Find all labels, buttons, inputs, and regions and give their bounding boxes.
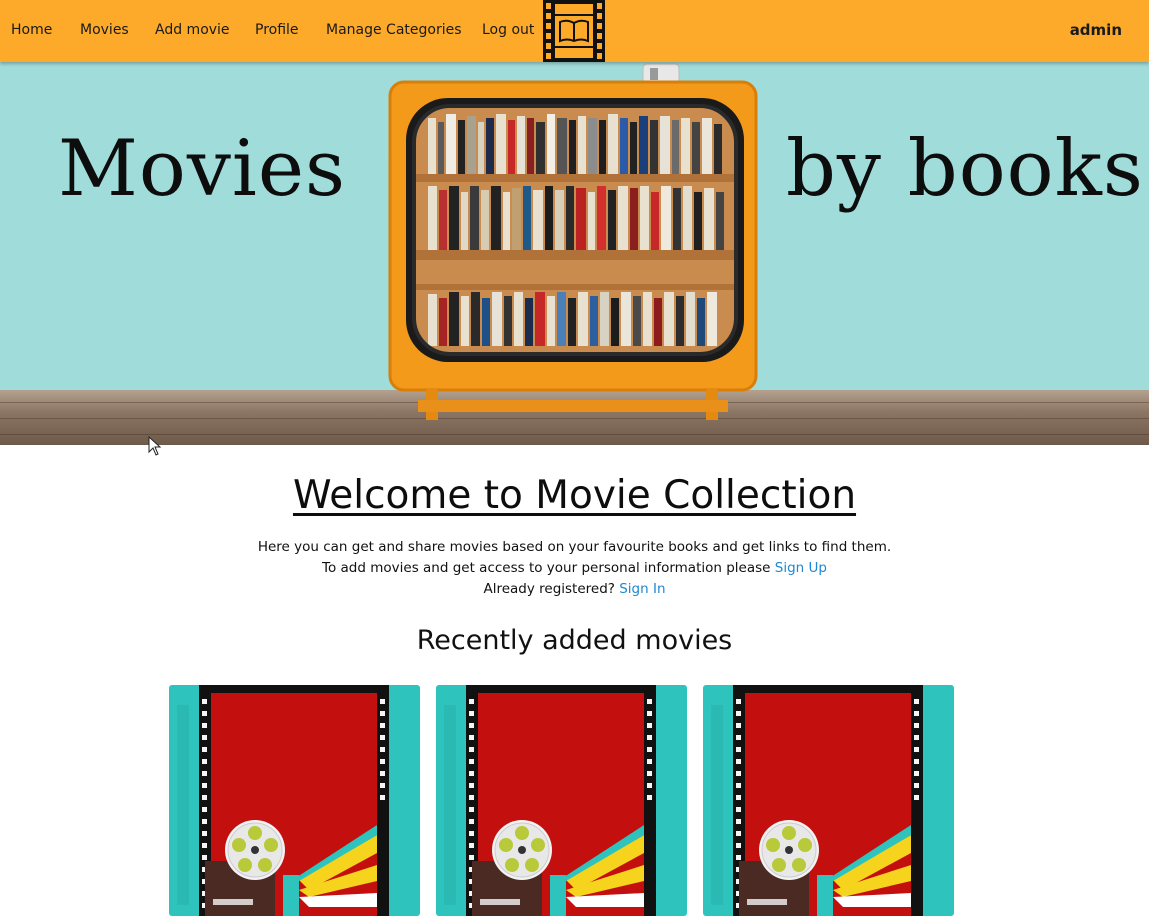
- nav-movies-link[interactable]: Movies: [80, 22, 129, 38]
- nav-manage-categories-link[interactable]: Manage Categories: [326, 22, 462, 38]
- movie-poster-image: [703, 685, 954, 916]
- page-title: Welcome to Movie Collection: [292, 473, 857, 518]
- movie-card[interactable]: [436, 685, 687, 916]
- movie-poster-image: [436, 685, 687, 916]
- nav-home-link[interactable]: Home: [11, 22, 52, 38]
- sign-in-link[interactable]: Sign In: [619, 581, 665, 597]
- intro-line2-text: To add movies and get access to your per…: [322, 560, 775, 576]
- tv-bookshelf-image: [388, 63, 758, 420]
- main-content: Welcome to Movie Collection Here you can…: [0, 445, 1149, 916]
- nav-add-movie-link[interactable]: Add movie: [155, 22, 230, 38]
- hero-text-by-books: by books: [786, 124, 1144, 214]
- nav-logout-link[interactable]: Log out: [482, 22, 534, 38]
- mouse-cursor-icon: [148, 436, 162, 456]
- movie-card[interactable]: [703, 685, 954, 916]
- movie-card[interactable]: [169, 685, 420, 916]
- intro-text-line2: To add movies and get access to your per…: [0, 560, 1149, 576]
- movie-poster-image: [169, 685, 420, 916]
- intro-text-line3: Already registered? Sign In: [0, 581, 1149, 597]
- intro-text-line1: Here you can get and share movies based …: [257, 539, 892, 555]
- recent-movies-heading: Recently added movies: [416, 625, 733, 656]
- hero-banner: Movies by books: [0, 62, 1149, 445]
- sign-up-link[interactable]: Sign Up: [775, 560, 827, 576]
- navbar: Home Movies Add movie Profile Manage Cat…: [0, 0, 1149, 62]
- film-book-logo-icon[interactable]: [541, 0, 607, 62]
- intro-line3-text: Already registered?: [483, 581, 620, 597]
- current-user-name[interactable]: admin: [1070, 21, 1122, 39]
- hero-text-movies: Movies: [58, 124, 347, 214]
- nav-profile-link[interactable]: Profile: [255, 22, 299, 38]
